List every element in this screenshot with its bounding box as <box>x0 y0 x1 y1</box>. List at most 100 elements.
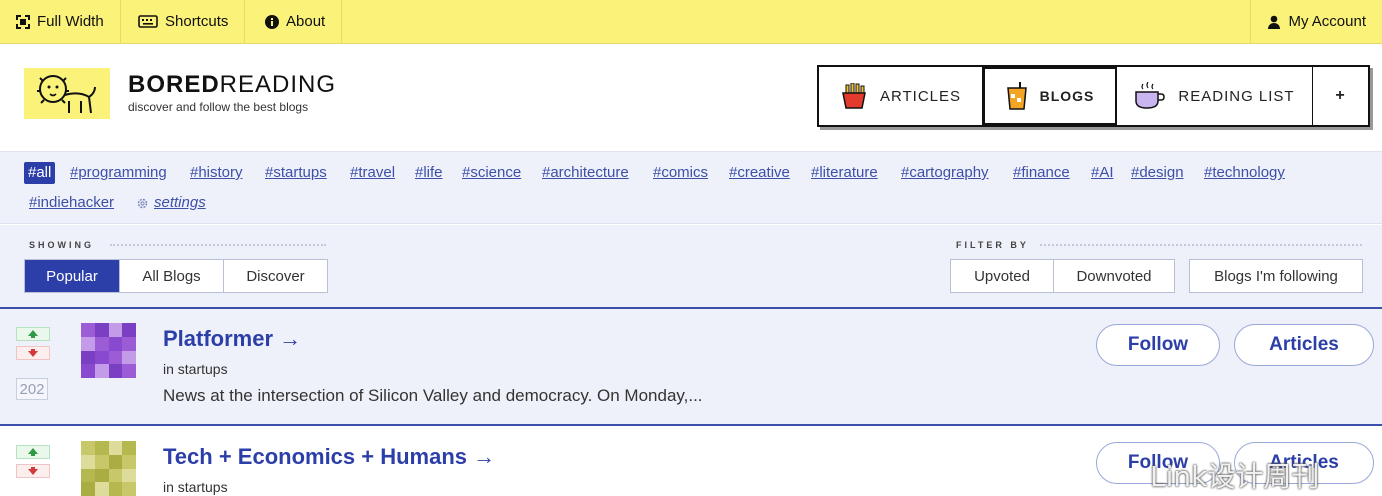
avatar-pixel <box>94 336 109 351</box>
watermark-text: Link设计周刊 <box>1150 460 1320 493</box>
vote-count: 202 <box>16 378 48 400</box>
avatar-pixel <box>122 454 136 469</box>
about-button[interactable]: About <box>249 0 343 43</box>
showing-toggle: Popular All Blogs Discover <box>24 259 328 293</box>
blog-title-link[interactable]: Tech + Economics + Humans → <box>163 444 495 470</box>
shortcuts-label: Shortcuts <box>165 13 229 30</box>
nav-blogs[interactable]: BLOGS <box>983 67 1117 125</box>
avatar-pixel <box>122 336 136 351</box>
my-account-label: My Account <box>1288 13 1366 30</box>
main-nav: ARTICLES BLOGS READING LIST + <box>817 65 1370 127</box>
tag-link[interactable]: #finance <box>1013 162 1070 184</box>
avatar-pixel <box>108 364 123 378</box>
tag-settings-label: settings <box>154 194 206 211</box>
filter-bar: SHOWING Popular All Blogs Discover FILTE… <box>0 225 1382 307</box>
avatar-pixel <box>108 454 123 469</box>
fries-icon <box>842 83 866 109</box>
tag-link[interactable]: #literature <box>811 162 878 184</box>
tag-link[interactable]: #comics <box>653 162 708 184</box>
showing-divider <box>110 244 326 248</box>
tag-link[interactable]: #history <box>190 162 243 184</box>
tag-link[interactable]: #programming <box>70 162 167 184</box>
tag-link[interactable]: #science <box>462 162 521 184</box>
follow-button[interactable]: Follow <box>1096 324 1220 366</box>
blog-category: in startups <box>163 361 228 377</box>
blog-description: News at the intersection of Silicon Vall… <box>163 386 703 405</box>
tag-link[interactable]: #design <box>1131 162 1184 184</box>
showing-all-blogs[interactable]: All Blogs <box>120 260 224 292</box>
tag-link[interactable]: #architecture <box>542 162 629 184</box>
showing-discover[interactable]: Discover <box>224 260 327 292</box>
filter-by-label: FILTER BY <box>956 240 1029 250</box>
avatar-pixel <box>122 323 136 337</box>
full-width-button[interactable]: Full Width <box>0 0 121 43</box>
filter-following[interactable]: Blogs I'm following <box>1190 260 1362 292</box>
filter-divider <box>1040 244 1362 248</box>
upvote-button[interactable] <box>16 327 50 341</box>
avatar-pixel <box>122 482 136 496</box>
avatar-pixel <box>81 482 95 496</box>
arrow-down-icon <box>28 467 38 475</box>
blog-category: in startups <box>163 479 228 495</box>
downvote-button[interactable] <box>16 464 50 478</box>
avatar-pixel <box>81 454 95 469</box>
brand-tagline: discover and follow the best blogs <box>128 100 309 114</box>
drink-icon <box>1006 82 1027 110</box>
filter-downvoted[interactable]: Downvoted <box>1054 260 1174 292</box>
following-filter: Blogs I'm following <box>1189 259 1363 293</box>
brand-title-bold: BORED <box>128 71 220 98</box>
tag-link[interactable]: #cartography <box>901 162 989 184</box>
blog-title-link[interactable]: Platformer → <box>163 326 301 352</box>
showing-popular[interactable]: Popular <box>25 260 120 292</box>
tag-link[interactable]: #technology <box>1204 162 1285 184</box>
filter-upvoted[interactable]: Upvoted <box>951 260 1054 292</box>
tag-link[interactable]: #creative <box>729 162 790 184</box>
tag-link[interactable]: #indiehacker <box>29 192 114 214</box>
my-account-button[interactable]: My Account <box>1250 0 1382 43</box>
downvote-button[interactable] <box>16 346 50 360</box>
tag-settings-link[interactable]: settings <box>136 192 206 214</box>
shortcuts-button[interactable]: Shortcuts <box>122 0 246 43</box>
avatar-pixel <box>108 468 123 483</box>
articles-button[interactable]: Articles <box>1234 324 1374 366</box>
avatar-pixel <box>122 441 136 455</box>
avatar-pixel <box>94 454 109 469</box>
nav-reading-list-label: READING LIST <box>1178 87 1295 105</box>
tag-link[interactable]: #life <box>415 162 443 184</box>
tag-link[interactable]: #travel <box>350 162 395 184</box>
arrow-down-icon <box>28 349 38 357</box>
tag-bar: #all #programming #history #startups #travel… <box>0 151 1382 224</box>
nav-more-button[interactable]: + <box>1313 67 1368 125</box>
expand-icon <box>16 14 30 29</box>
keyboard-icon <box>138 15 158 28</box>
avatar-pixel <box>94 323 109 337</box>
tag-link[interactable]: #startups <box>265 162 327 184</box>
tag-link[interactable]: #AI <box>1091 162 1114 184</box>
avatar-pixel <box>81 323 95 337</box>
avatar-pixel <box>108 336 123 351</box>
user-icon <box>1268 15 1281 29</box>
lion-icon <box>37 74 96 113</box>
arrow-up-icon <box>28 330 38 338</box>
tag-link[interactable]: #all <box>24 162 56 184</box>
nav-more-label: + <box>1335 87 1346 104</box>
row-divider <box>0 424 1382 426</box>
avatar-pixel <box>108 441 123 455</box>
site-logo[interactable] <box>24 68 110 119</box>
brand-title-light: READING <box>219 71 337 98</box>
gear-icon <box>137 198 148 208</box>
vote-filter-toggle: Upvoted Downvoted <box>950 259 1175 293</box>
avatar-pixel <box>122 364 136 378</box>
avatar-pixel <box>122 350 136 365</box>
avatar-pixel <box>94 350 109 365</box>
coffee-cup-icon <box>1135 82 1166 109</box>
avatar-pixel <box>122 468 136 483</box>
avatar-pixel <box>81 336 95 351</box>
top-bar: Full Width Shortcuts About My Account <box>0 0 1382 44</box>
avatar-pixel <box>94 468 109 483</box>
nav-reading-list[interactable]: READING LIST <box>1117 67 1313 125</box>
upvote-button[interactable] <box>16 445 50 459</box>
brand-title: BOREDREADING <box>128 72 336 98</box>
nav-articles[interactable]: ARTICLES <box>819 67 983 125</box>
full-width-label: Full Width <box>37 13 104 30</box>
